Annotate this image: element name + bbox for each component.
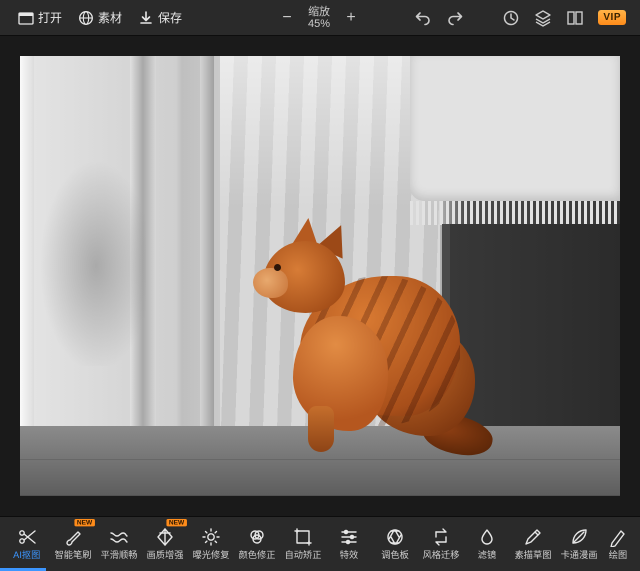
window-reflection [36, 116, 146, 366]
zoom-control: − 缩放 45% + [280, 6, 358, 30]
canvas-area [0, 36, 640, 516]
layers-icon[interactable] [534, 9, 552, 27]
tool-palette[interactable]: 调色板 [372, 517, 418, 571]
crop-icon [293, 527, 313, 547]
tool-label: 平滑顺畅 [101, 550, 138, 560]
tool-label: 风格迁移 [423, 550, 460, 560]
pen-icon [608, 527, 628, 547]
zoom-out-button[interactable]: − [280, 9, 294, 27]
tool-label: 绘图 [609, 550, 627, 560]
open-button[interactable]: 打开 [10, 0, 70, 35]
right-icon-group: VIP [414, 9, 630, 27]
droplet-icon [477, 527, 497, 547]
history-icon[interactable] [502, 9, 520, 27]
furniture [450, 224, 620, 444]
tool-straighten[interactable]: 自动矫正 [280, 517, 326, 571]
zoom-display: 缩放 45% [308, 6, 330, 30]
save-button[interactable]: 保存 [130, 0, 190, 35]
zoom-in-button[interactable]: + [344, 9, 358, 27]
sliders-icon [339, 527, 359, 547]
aperture-icon [385, 527, 405, 547]
swap-icon [431, 527, 451, 547]
assets-label: 素材 [98, 9, 122, 26]
tool-label: 滤镜 [478, 550, 496, 560]
diamond-icon [155, 527, 175, 547]
scissors-icon [17, 527, 37, 547]
tool-label: 自动矫正 [285, 550, 322, 560]
color-subject-cat [245, 206, 475, 461]
vip-badge[interactable]: VIP [598, 10, 626, 25]
tool-sketch[interactable]: 素描草图 [510, 517, 556, 571]
tool-style-transfer[interactable]: 风格迁移 [418, 517, 464, 571]
waves-icon [109, 527, 129, 547]
brush-icon [63, 527, 83, 547]
tool-label: 曝光修复 [193, 550, 230, 560]
tool-label: 画质增强 [147, 550, 184, 560]
tool-label: AI抠图 [13, 550, 40, 560]
tool-ai-cutout[interactable]: AI抠图 [4, 517, 50, 571]
top-toolbar: 打开 素材 保存 − 缩放 45% + VIP [0, 0, 640, 36]
open-label: 打开 [38, 9, 62, 26]
globe-icon [78, 10, 94, 26]
compare-icon[interactable] [566, 9, 584, 27]
tool-effects[interactable]: 特效 [326, 517, 372, 571]
new-badge: NEW [75, 519, 95, 526]
tool-smart-brush[interactable]: 智能笔刷 NEW [50, 517, 96, 571]
assets-button[interactable]: 素材 [70, 0, 130, 35]
new-badge: NEW [167, 519, 187, 526]
tool-cartoon[interactable]: 卡通漫画 [556, 517, 602, 571]
tool-filters[interactable]: 滤镜 [464, 517, 510, 571]
sun-icon [201, 527, 221, 547]
zoom-label: 缩放 [308, 6, 330, 18]
tool-label: 智能笔刷 [55, 550, 92, 560]
bottom-toolbar: AI抠图 智能笔刷 NEW 平滑顺畅画质增强 NEW 曝光修复颜色修正自动矫正 特效 调色板 风… [0, 516, 640, 571]
leaf-icon [569, 527, 589, 547]
tool-draw[interactable]: 绘图 [602, 517, 634, 571]
tool-label: 卡通漫画 [561, 550, 598, 560]
tool-label: 调色板 [381, 550, 409, 560]
zoom-value: 45% [308, 18, 330, 30]
rgb-icon [247, 527, 267, 547]
tool-label: 颜色修正 [239, 550, 276, 560]
download-icon [138, 10, 154, 26]
tool-enhance[interactable]: 画质增强 NEW [142, 517, 188, 571]
save-label: 保存 [158, 9, 182, 26]
redo-button[interactable] [446, 9, 464, 27]
tool-smooth[interactable]: 平滑顺畅 [96, 517, 142, 571]
tool-color-correct[interactable]: 颜色修正 [234, 517, 280, 571]
open-icon [18, 10, 34, 26]
image-canvas[interactable] [20, 56, 620, 496]
tool-label: 素描草图 [515, 550, 552, 560]
tool-label: 特效 [340, 550, 358, 560]
tool-exposure[interactable]: 曝光修复 [188, 517, 234, 571]
pencil-icon [523, 527, 543, 547]
undo-button[interactable] [414, 9, 432, 27]
blanket [410, 56, 620, 201]
